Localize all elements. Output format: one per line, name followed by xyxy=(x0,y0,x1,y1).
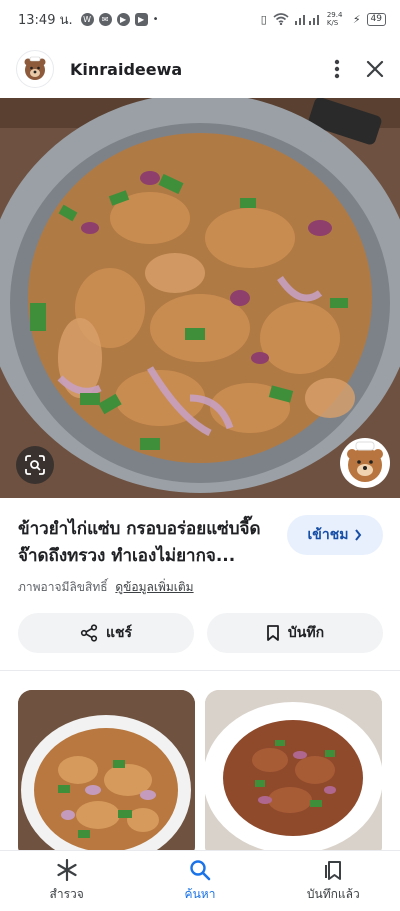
nav-saved-label: บันทึกแล้ว xyxy=(306,886,360,901)
nav-search-label: ค้นหา xyxy=(184,886,216,901)
food-pan-image xyxy=(0,98,400,498)
bookmarks-icon xyxy=(325,860,342,880)
nav-explore-label: สำรวจ xyxy=(49,886,84,901)
dot-icon: • xyxy=(152,13,159,25)
site-logo[interactable] xyxy=(16,50,54,88)
search-icon xyxy=(190,859,211,880)
share-icon xyxy=(80,624,98,642)
nav-search[interactable]: ค้นหา xyxy=(133,851,266,911)
result-title[interactable]: ข้าวยำไก่แซ่บ กรอบอร่อยแซ่บจี๊ดจ๊าดถึงทร… xyxy=(18,516,278,570)
save-label: บันทึก xyxy=(287,625,325,641)
lens-icon xyxy=(25,455,45,475)
whatsapp-icon: W xyxy=(80,12,94,26)
status-time: 13:49 น. xyxy=(18,12,73,28)
battery-icon: 49 xyxy=(366,12,386,26)
more-info-link[interactable]: ดูข้อมูลเพิ่มเติม xyxy=(115,580,193,594)
youtube-icon: ▶ xyxy=(134,12,148,26)
divider xyxy=(0,670,400,671)
site-name[interactable]: Kinraideewa xyxy=(70,60,182,79)
app-bar: Kinraideewa xyxy=(0,42,400,96)
related-image-1[interactable] xyxy=(18,690,195,860)
lens-search-button[interactable] xyxy=(16,446,54,484)
copyright-notice: ภาพอาจมีลิขสิทธิ์ ดูข้อมูลเพิ่มเติม xyxy=(18,578,194,597)
save-button[interactable]: บันทึก xyxy=(207,613,383,653)
site-mascot-badge xyxy=(340,438,390,488)
status-bar: 13:49 น. W ✉ ▶ ▶ • ▯ 29.4 K/S ⚡ 49 xyxy=(0,0,400,38)
play-icon: ▶ xyxy=(116,12,130,26)
signal-icon xyxy=(294,15,319,25)
result-image[interactable] xyxy=(0,98,400,498)
wifi-icon xyxy=(273,13,289,25)
visit-button[interactable]: เข้าชม xyxy=(287,515,383,555)
share-button[interactable]: แชร์ xyxy=(18,613,194,653)
network-speed: 29.4 K/S xyxy=(326,11,343,27)
bookmark-icon xyxy=(267,625,279,641)
close-icon[interactable] xyxy=(366,60,384,78)
more-vert-icon[interactable] xyxy=(334,59,340,79)
bear-logo-icon xyxy=(24,56,46,80)
charging-icon: ⚡ xyxy=(352,12,361,26)
related-image-2[interactable] xyxy=(205,690,382,860)
bear-chef-icon xyxy=(347,441,383,482)
nav-explore[interactable]: สำรวจ xyxy=(0,851,133,911)
copyright-text: ภาพอาจมีลิขสิทธิ์ xyxy=(18,580,108,594)
food-plate-image xyxy=(205,690,382,860)
chevron-right-icon xyxy=(355,529,362,541)
food-plate-image xyxy=(18,690,195,860)
chat-icon: ✉ xyxy=(98,12,112,26)
nav-saved[interactable]: บันทึกแล้ว xyxy=(267,851,400,911)
visit-label: เข้าชม xyxy=(307,527,349,543)
asterisk-icon xyxy=(57,858,77,881)
status-right: ▯ 29.4 K/S ⚡ 49 xyxy=(261,11,386,27)
vibrate-icon: ▯ xyxy=(260,12,267,26)
share-label: แชร์ xyxy=(105,625,133,641)
bottom-navigation: สำรวจ ค้นหา บันทึกแล้ว xyxy=(0,850,400,911)
